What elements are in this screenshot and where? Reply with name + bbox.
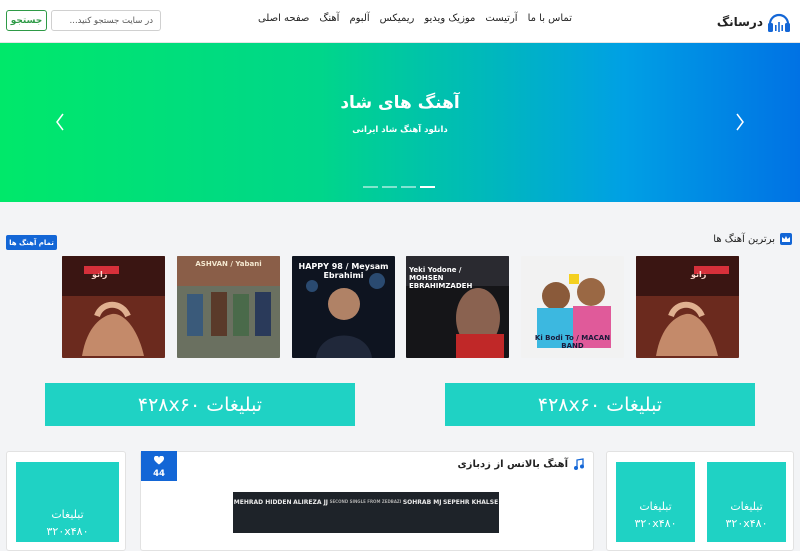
nav-music-video[interactable]: موزیک ویدیو (424, 13, 475, 24)
ad-box-label: تبلیغات (639, 500, 672, 513)
ad-box[interactable]: تبلیغات ۳۲۰x۴۸۰ (16, 462, 119, 542)
ad-banner[interactable]: تبلیغات ۴۲۸x۶۰ (445, 383, 755, 426)
post-title: آهنگ بالانس از زدبازی (457, 458, 568, 470)
slide-indicator[interactable] (401, 186, 416, 188)
prev-slide-icon[interactable] (54, 112, 66, 132)
main-nav: صفحه اصلی آهنگ آلبوم ریمیکس موزیک ویدیو … (258, 13, 572, 24)
cover-title: Ki Bodi To / MACAN BAND (534, 334, 611, 350)
slide-indicator-active[interactable] (420, 186, 435, 188)
ad-banner[interactable]: تبلیغات ۴۲۸x۶۰ (45, 383, 355, 426)
hero-slider: آهنگ های شاد دانلود آهنگ شاد ایرانی (0, 43, 800, 202)
slide-indicators (363, 186, 435, 188)
ad-box[interactable]: تبلیغات ۳۲۰x۴۸۰ (616, 462, 695, 542)
slide-indicator[interactable] (363, 186, 378, 188)
search-button[interactable]: جستجو (6, 10, 47, 31)
nav-album[interactable]: آلبوم (349, 13, 369, 24)
hero-title: آهنگ های شاد (340, 93, 460, 113)
slide-indicator[interactable] (382, 186, 397, 188)
section-title: برترین آهنگ ها (713, 233, 775, 245)
nav-home[interactable]: صفحه اصلی (258, 13, 309, 24)
ad-box-size: ۳۲۰x۴۸۰ (634, 517, 677, 530)
cover-title: زانو (92, 270, 108, 279)
song-cover[interactable]: زانو (62, 256, 165, 358)
like-count: 44 (153, 469, 165, 479)
song-cover[interactable]: Ki Bodi To / MACAN BAND (521, 256, 624, 358)
search-input[interactable] (51, 10, 161, 31)
song-cover[interactable]: Yeki Yodone / MOHSEN EBRAHIMZADEH (406, 256, 509, 358)
ad-box-size: ۳۲۰x۴۸۰ (46, 525, 89, 538)
ad-box-size: ۳۲۰x۴۸۰ (725, 517, 768, 530)
cover-title: ASHVAN / Yabani (195, 260, 262, 268)
nav-remix[interactable]: ریمیکس (380, 13, 415, 24)
next-slide-icon[interactable] (734, 112, 746, 132)
like-button[interactable]: 44 (141, 451, 177, 481)
post-cover-image[interactable]: MEHRAD HIDDEN ALIREZA JJ SECOND SINGLE F… (233, 492, 499, 533)
ad-box-label: تبلیغات (51, 508, 84, 521)
top-songs-header: برترین آهنگ ها (713, 233, 792, 245)
navbar: درسانگ صفحه اصلی آهنگ آلبوم ریمیکس موزیک… (0, 0, 800, 43)
hero-subtitle: دانلود آهنگ شاد ایرانی (352, 125, 448, 135)
all-songs-button[interactable]: تمام آهنگ ها (6, 235, 57, 250)
song-cover[interactable]: HAPPY 98 / Meysam Ebrahimi (292, 256, 395, 358)
top-songs-list: زانو Ki Bodi To / MACAN BAND Yeki Yodone… (0, 256, 800, 358)
post-cover-names: MEHRAD HIDDEN ALIREZA JJ SECOND SINGLE F… (233, 499, 499, 506)
brand[interactable]: درسانگ (717, 9, 792, 35)
brand-name: درسانگ (716, 15, 763, 29)
cover-title: زانو (691, 270, 707, 279)
ad-box[interactable]: تبلیغات ۳۲۰x۴۸۰ (707, 462, 786, 542)
song-cover[interactable]: زانو (636, 256, 739, 358)
cover-title: HAPPY 98 / Meysam Ebrahimi (298, 262, 389, 280)
nav-contact[interactable]: تماس با ما (528, 13, 572, 24)
song-cover[interactable]: ASHVAN / Yabani (177, 256, 280, 358)
music-note-icon (574, 458, 584, 470)
cover-title: Yeki Yodone / MOHSEN EBRAHIMZADEH (409, 266, 473, 290)
post-title-row[interactable]: آهنگ بالانس از زدبازی (458, 458, 585, 470)
crown-icon (780, 233, 792, 245)
nav-song[interactable]: آهنگ (319, 13, 339, 24)
nav-artist[interactable]: آرتیست (485, 13, 517, 24)
heart-icon (154, 456, 164, 465)
ad-box-label: تبلیغات (730, 500, 763, 513)
headphones-icon (768, 13, 790, 32)
